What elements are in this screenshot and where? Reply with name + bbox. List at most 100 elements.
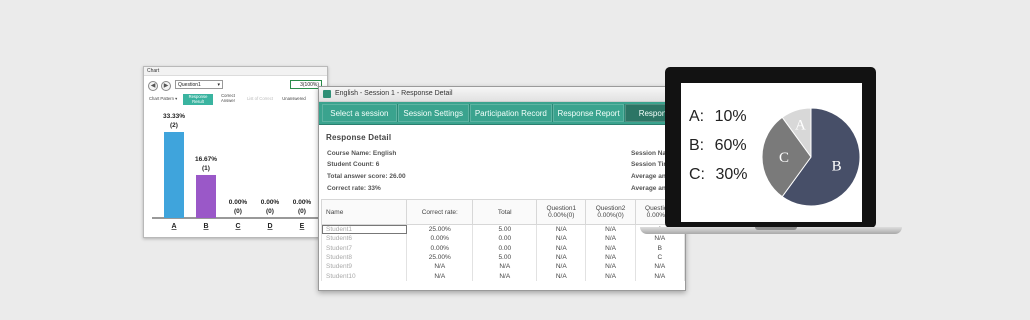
pie-slice-label: C [779, 150, 789, 166]
cell-question3: B [634, 243, 685, 253]
bar-count-label: (0) [234, 208, 242, 215]
cell-name: Student8 [320, 252, 408, 263]
nav-participation-record[interactable]: Participation Record [470, 104, 554, 122]
col-correct-rate[interactable]: Correct rate: [406, 199, 474, 225]
cell-question3: N/A [634, 262, 685, 272]
bar-b [196, 174, 216, 218]
tab-unanswered[interactable]: Unanswered [279, 96, 309, 102]
cell-question1: N/A [536, 252, 587, 263]
cell-name: Student6 [320, 234, 408, 244]
bar-value-label: 33.33% [163, 113, 185, 120]
cell-question1: N/A [536, 262, 587, 272]
pie-slice-label: A [795, 117, 806, 133]
cell-total: N/A [472, 262, 538, 272]
cell-question3: N/A [634, 234, 685, 244]
tab-list-of-correct[interactable]: List of Correct [245, 96, 275, 102]
legend-value: 30% [715, 166, 748, 183]
col-total[interactable]: Total [472, 199, 538, 225]
category-tick-label: A [171, 223, 176, 230]
cell-total: 0.00 [472, 243, 538, 253]
table-row[interactable]: Student1 25.00% 5.00 N/A N/A A [320, 224, 685, 235]
bar-value-label: 0.00% [261, 199, 280, 206]
cell-total: 5.00 [472, 224, 538, 235]
nav-response-report[interactable]: Response Report [553, 104, 625, 122]
col-question1[interactable]: Question1 0.00%(0) [536, 199, 587, 225]
cell-correct-rate: 0.00% [406, 243, 474, 253]
page-title: Response Detail [326, 133, 392, 142]
cell-correct-rate: 25.00% [406, 252, 474, 263]
nav-select-session[interactable]: Select a session [322, 104, 398, 122]
detail-window-title: English - Session 1 - Response Detail [335, 90, 453, 97]
table-row[interactable]: Student9 N/A N/A N/A N/A N/A [320, 262, 685, 272]
total-answer-score: Total answer score: 26.00 [327, 173, 406, 180]
legend-label: B: [689, 137, 705, 154]
cell-correct-rate: N/A [406, 262, 474, 272]
tab-correct-answer[interactable]: Correct Answer [217, 93, 239, 103]
cell-question2: N/A [585, 224, 636, 235]
cell-question1: N/A [536, 224, 587, 235]
tab-response-result[interactable]: Response Result [183, 94, 213, 106]
table-row[interactable]: Student8 25.00% 5.00 N/A N/A C [320, 252, 685, 263]
bar-count-label: (1) [202, 165, 210, 172]
cell-total: 0.00 [472, 234, 538, 244]
cell-question2: N/A [585, 243, 636, 253]
cell-question1: N/A [536, 243, 587, 253]
cell-correct-rate: 0.00% [406, 234, 474, 244]
back-icon[interactable]: ◀ [148, 81, 158, 91]
cell-question2: N/A [585, 271, 636, 281]
bar-value-label: 0.00% [293, 199, 312, 206]
legend-item-b: B: 60% [689, 137, 747, 155]
col-name[interactable]: Name [320, 199, 408, 225]
table-row[interactable]: Student10 N/A N/A N/A N/A N/A [320, 271, 685, 281]
chart-window-title: Chart [144, 67, 327, 76]
response-pie-chart: A B C [761, 107, 861, 207]
cell-question1: N/A [536, 271, 587, 281]
laptop-notch [755, 227, 797, 230]
course-name: Course Name: English [327, 150, 397, 157]
app-icon [323, 90, 331, 98]
category-tick-label: E [300, 223, 305, 230]
cell-question2: N/A [585, 234, 636, 244]
cell-correct-rate: N/A [406, 271, 474, 281]
cell-total: N/A [472, 271, 538, 281]
cell-question2: N/A [585, 252, 636, 263]
response-table: Name Correct rate: Total Question1 0.00%… [320, 199, 685, 281]
forward-icon[interactable]: ▶ [161, 81, 171, 91]
nav-session-settings[interactable]: Session Settings [398, 104, 470, 122]
bar-count-label: (0) [266, 208, 274, 215]
category-tick-label: C [235, 223, 240, 230]
table-row[interactable]: Student7 0.00% 0.00 N/A N/A B [320, 243, 685, 253]
cell-question2: N/A [585, 262, 636, 272]
bar-a [164, 132, 184, 218]
cell-question3: C [634, 252, 685, 263]
cell-name: Student10 [320, 271, 408, 281]
table-row[interactable]: Student6 0.00% 0.00 N/A N/A N/A [320, 234, 685, 244]
response-detail-window: English - Session 1 - Response Detail Se… [318, 86, 686, 291]
question-select[interactable]: Question1 ▾ [175, 80, 223, 89]
correct-rate: Correct rate: 33% [327, 185, 381, 192]
cell-question3: N/A [634, 271, 685, 281]
chevron-down-icon: ▾ [217, 82, 220, 88]
chart-window: Chart ◀ ▶ Question1 ▾ 3(100%) Chart Patt… [143, 66, 328, 238]
response-bar-chart: 33.33% (2) A 16.67% (1) B 0.00% (0) C 0.00% (0) D 0.… [152, 113, 320, 230]
cell-correct-rate: 25.00% [406, 224, 474, 235]
bar-count-label: (0) [298, 208, 306, 215]
student-count: Student Count: 6 [327, 161, 380, 168]
cell-question1: N/A [536, 234, 587, 244]
cell-name: Student1 [320, 224, 408, 235]
category-tick-label: B [203, 223, 208, 230]
bar-value-label: 0.00% [229, 199, 248, 206]
detail-window-titlebar: English - Session 1 - Response Detail [319, 87, 685, 102]
cell-total: 5.00 [472, 252, 538, 263]
col-question2[interactable]: Question2 0.00%(0) [585, 199, 636, 225]
legend-label: A: [689, 108, 705, 125]
cell-name: Student7 [320, 243, 408, 253]
chart-pattern-menu[interactable]: Chart Pattern ▾ [149, 96, 179, 102]
detail-nav-bar: Select a session Session Settings Partic… [319, 102, 685, 125]
pie-slice-label: B [832, 158, 842, 174]
legend-value: 10% [714, 108, 747, 125]
bar-value-label: 16.67% [195, 156, 217, 163]
question-select-value: Question1 [178, 82, 201, 88]
category-tick-label: D [267, 223, 272, 230]
legend-value: 60% [714, 137, 747, 154]
